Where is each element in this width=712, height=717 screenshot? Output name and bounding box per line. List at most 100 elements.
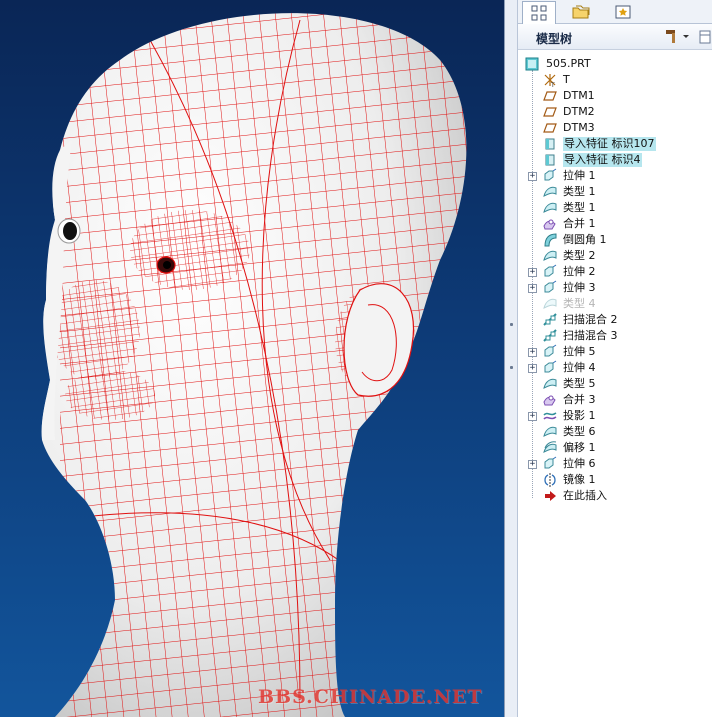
tree-item[interactable]: 扫描混合 3 bbox=[518, 328, 712, 344]
tree-item-label: 拉伸 4 bbox=[563, 361, 596, 374]
tree-item-label: 拉伸 3 bbox=[563, 281, 596, 294]
tab-favorites[interactable] bbox=[606, 1, 640, 23]
tree-item-label: 类型 6 bbox=[563, 425, 596, 438]
merge-icon bbox=[543, 219, 556, 230]
surface-type-icon bbox=[543, 298, 557, 309]
tree-item-label: 偏移 1 bbox=[563, 441, 596, 454]
expand-toggle[interactable]: + bbox=[528, 460, 537, 469]
offset-icon bbox=[543, 441, 557, 453]
tree-item[interactable]: 合并 1 bbox=[518, 216, 712, 232]
csys-icon: T bbox=[544, 74, 556, 88]
tree-item-label: 投影 1 bbox=[563, 409, 596, 422]
graphics-viewport[interactable]: BBS.CHINADE.NET bbox=[0, 0, 504, 717]
tree-item-label: 拉伸 1 bbox=[563, 169, 596, 182]
datum-plane-icon bbox=[543, 123, 557, 133]
tree-item[interactable]: + 拉伸 3 bbox=[518, 280, 712, 296]
tree-item[interactable]: + 投影 1 bbox=[518, 408, 712, 424]
tree-item[interactable]: 类型 2 bbox=[518, 248, 712, 264]
tree-item-label: 在此插入 bbox=[563, 489, 607, 502]
tree-item-label: 类型 1 bbox=[563, 201, 596, 214]
tree-item[interactable]: + 拉伸 6 bbox=[518, 456, 712, 472]
tree-item[interactable]: + 拉伸 4 bbox=[518, 360, 712, 376]
ear bbox=[343, 283, 414, 397]
tree-item-label: T bbox=[563, 73, 570, 86]
tree-item-label: DTM3 bbox=[563, 121, 595, 134]
model-tree-header: 模型树 bbox=[518, 24, 712, 50]
surface-type-icon bbox=[543, 250, 557, 261]
surface-type-icon bbox=[543, 426, 557, 437]
tree-item[interactable]: DTM1 bbox=[518, 88, 712, 104]
model-tree-icon bbox=[531, 5, 547, 21]
tree-item[interactable]: 类型 1 bbox=[518, 200, 712, 216]
model-tree-title: 模型树 bbox=[536, 32, 573, 46]
folder-icon bbox=[572, 5, 590, 19]
extrude-icon bbox=[544, 456, 557, 469]
tree-item[interactable]: 类型 4 bbox=[518, 296, 712, 312]
round-icon bbox=[544, 233, 557, 247]
tree-item-label: 类型 2 bbox=[563, 249, 596, 262]
expand-toggle[interactable]: + bbox=[528, 172, 537, 181]
tab-folder-browser[interactable] bbox=[564, 1, 598, 23]
expand-toggle[interactable]: + bbox=[528, 348, 537, 357]
head-model-canvas bbox=[41, 13, 467, 717]
tree-item[interactable]: 类型 1 bbox=[518, 184, 712, 200]
tree-item[interactable]: 倒圆角 1 bbox=[518, 232, 712, 248]
tree-item[interactable]: 扫描混合 2 bbox=[518, 312, 712, 328]
chevron-down-icon bbox=[683, 35, 689, 38]
part-icon bbox=[525, 57, 539, 71]
tree-item-label: 导入特征 标识107 bbox=[563, 137, 656, 151]
tree-item[interactable]: + 拉伸 1 bbox=[518, 168, 712, 184]
favorites-icon bbox=[615, 5, 631, 19]
tree-item[interactable]: 类型 5 bbox=[518, 376, 712, 392]
surface-type-icon bbox=[543, 186, 557, 197]
extrude-icon bbox=[544, 280, 557, 293]
tree-item-label: 合并 3 bbox=[563, 393, 596, 406]
tree-item[interactable]: DTM2 bbox=[518, 104, 712, 120]
tree-item-label: 类型 5 bbox=[563, 377, 596, 390]
tree-item[interactable]: 类型 6 bbox=[518, 424, 712, 440]
tree-item[interactable]: 在此插入 bbox=[518, 488, 712, 504]
tree-item-label: 拉伸 2 bbox=[563, 265, 596, 278]
import-feature-icon bbox=[545, 154, 555, 166]
tree-item-label: 拉伸 6 bbox=[563, 457, 596, 470]
panel-splitter[interactable] bbox=[504, 0, 518, 717]
surface-type-icon bbox=[543, 202, 557, 213]
navigator-panel: 模型树 505.PRT T T DTM1 DTM2 DTM3 导入特征 标识10… bbox=[518, 0, 712, 717]
tab-model-tree[interactable] bbox=[522, 1, 556, 24]
datum-plane-icon bbox=[543, 107, 557, 117]
extrude-icon bbox=[544, 360, 557, 373]
expand-toggle[interactable]: + bbox=[528, 284, 537, 293]
swept-blend-icon bbox=[543, 313, 557, 326]
watermark: BBS.CHINADE.NET bbox=[258, 686, 483, 708]
tree-root-part[interactable]: 505.PRT bbox=[518, 56, 712, 72]
extrude-icon bbox=[544, 344, 557, 357]
mirror-icon bbox=[544, 473, 556, 487]
project-icon bbox=[543, 412, 557, 420]
swept-blend-icon bbox=[543, 329, 557, 342]
tree-item[interactable]: 导入特征 标识107 bbox=[518, 136, 712, 152]
tree-item-label: 类型 1 bbox=[563, 185, 596, 198]
extrude-icon bbox=[544, 168, 557, 181]
tree-item[interactable]: TT bbox=[518, 72, 712, 88]
navigator-tabs bbox=[518, 0, 712, 24]
tree-settings-button[interactable] bbox=[664, 28, 690, 44]
tree-item[interactable]: + 拉伸 2 bbox=[518, 264, 712, 280]
hammer-settings-icon bbox=[666, 30, 675, 43]
expand-toggle[interactable]: + bbox=[528, 268, 537, 277]
tree-item-label: DTM2 bbox=[563, 105, 595, 118]
expand-toggle[interactable]: + bbox=[528, 412, 537, 421]
tree-item-label: 扫描混合 3 bbox=[563, 329, 618, 342]
tree-item[interactable]: DTM3 bbox=[518, 120, 712, 136]
merge-icon bbox=[543, 395, 556, 406]
tree-item[interactable]: 偏移 1 bbox=[518, 440, 712, 456]
tree-item[interactable]: 合并 3 bbox=[518, 392, 712, 408]
tree-item[interactable]: 镜像 1 bbox=[518, 472, 712, 488]
extrude-icon bbox=[544, 264, 557, 277]
tree-columns-button[interactable] bbox=[698, 28, 712, 46]
tree-item-label: 镜像 1 bbox=[563, 473, 596, 486]
expand-toggle[interactable]: + bbox=[528, 364, 537, 373]
tree-item-label: 拉伸 5 bbox=[563, 345, 596, 358]
tree-item[interactable]: 导入特征 标识4 bbox=[518, 152, 712, 168]
surface-type-icon bbox=[543, 378, 557, 389]
tree-item[interactable]: + 拉伸 5 bbox=[518, 344, 712, 360]
